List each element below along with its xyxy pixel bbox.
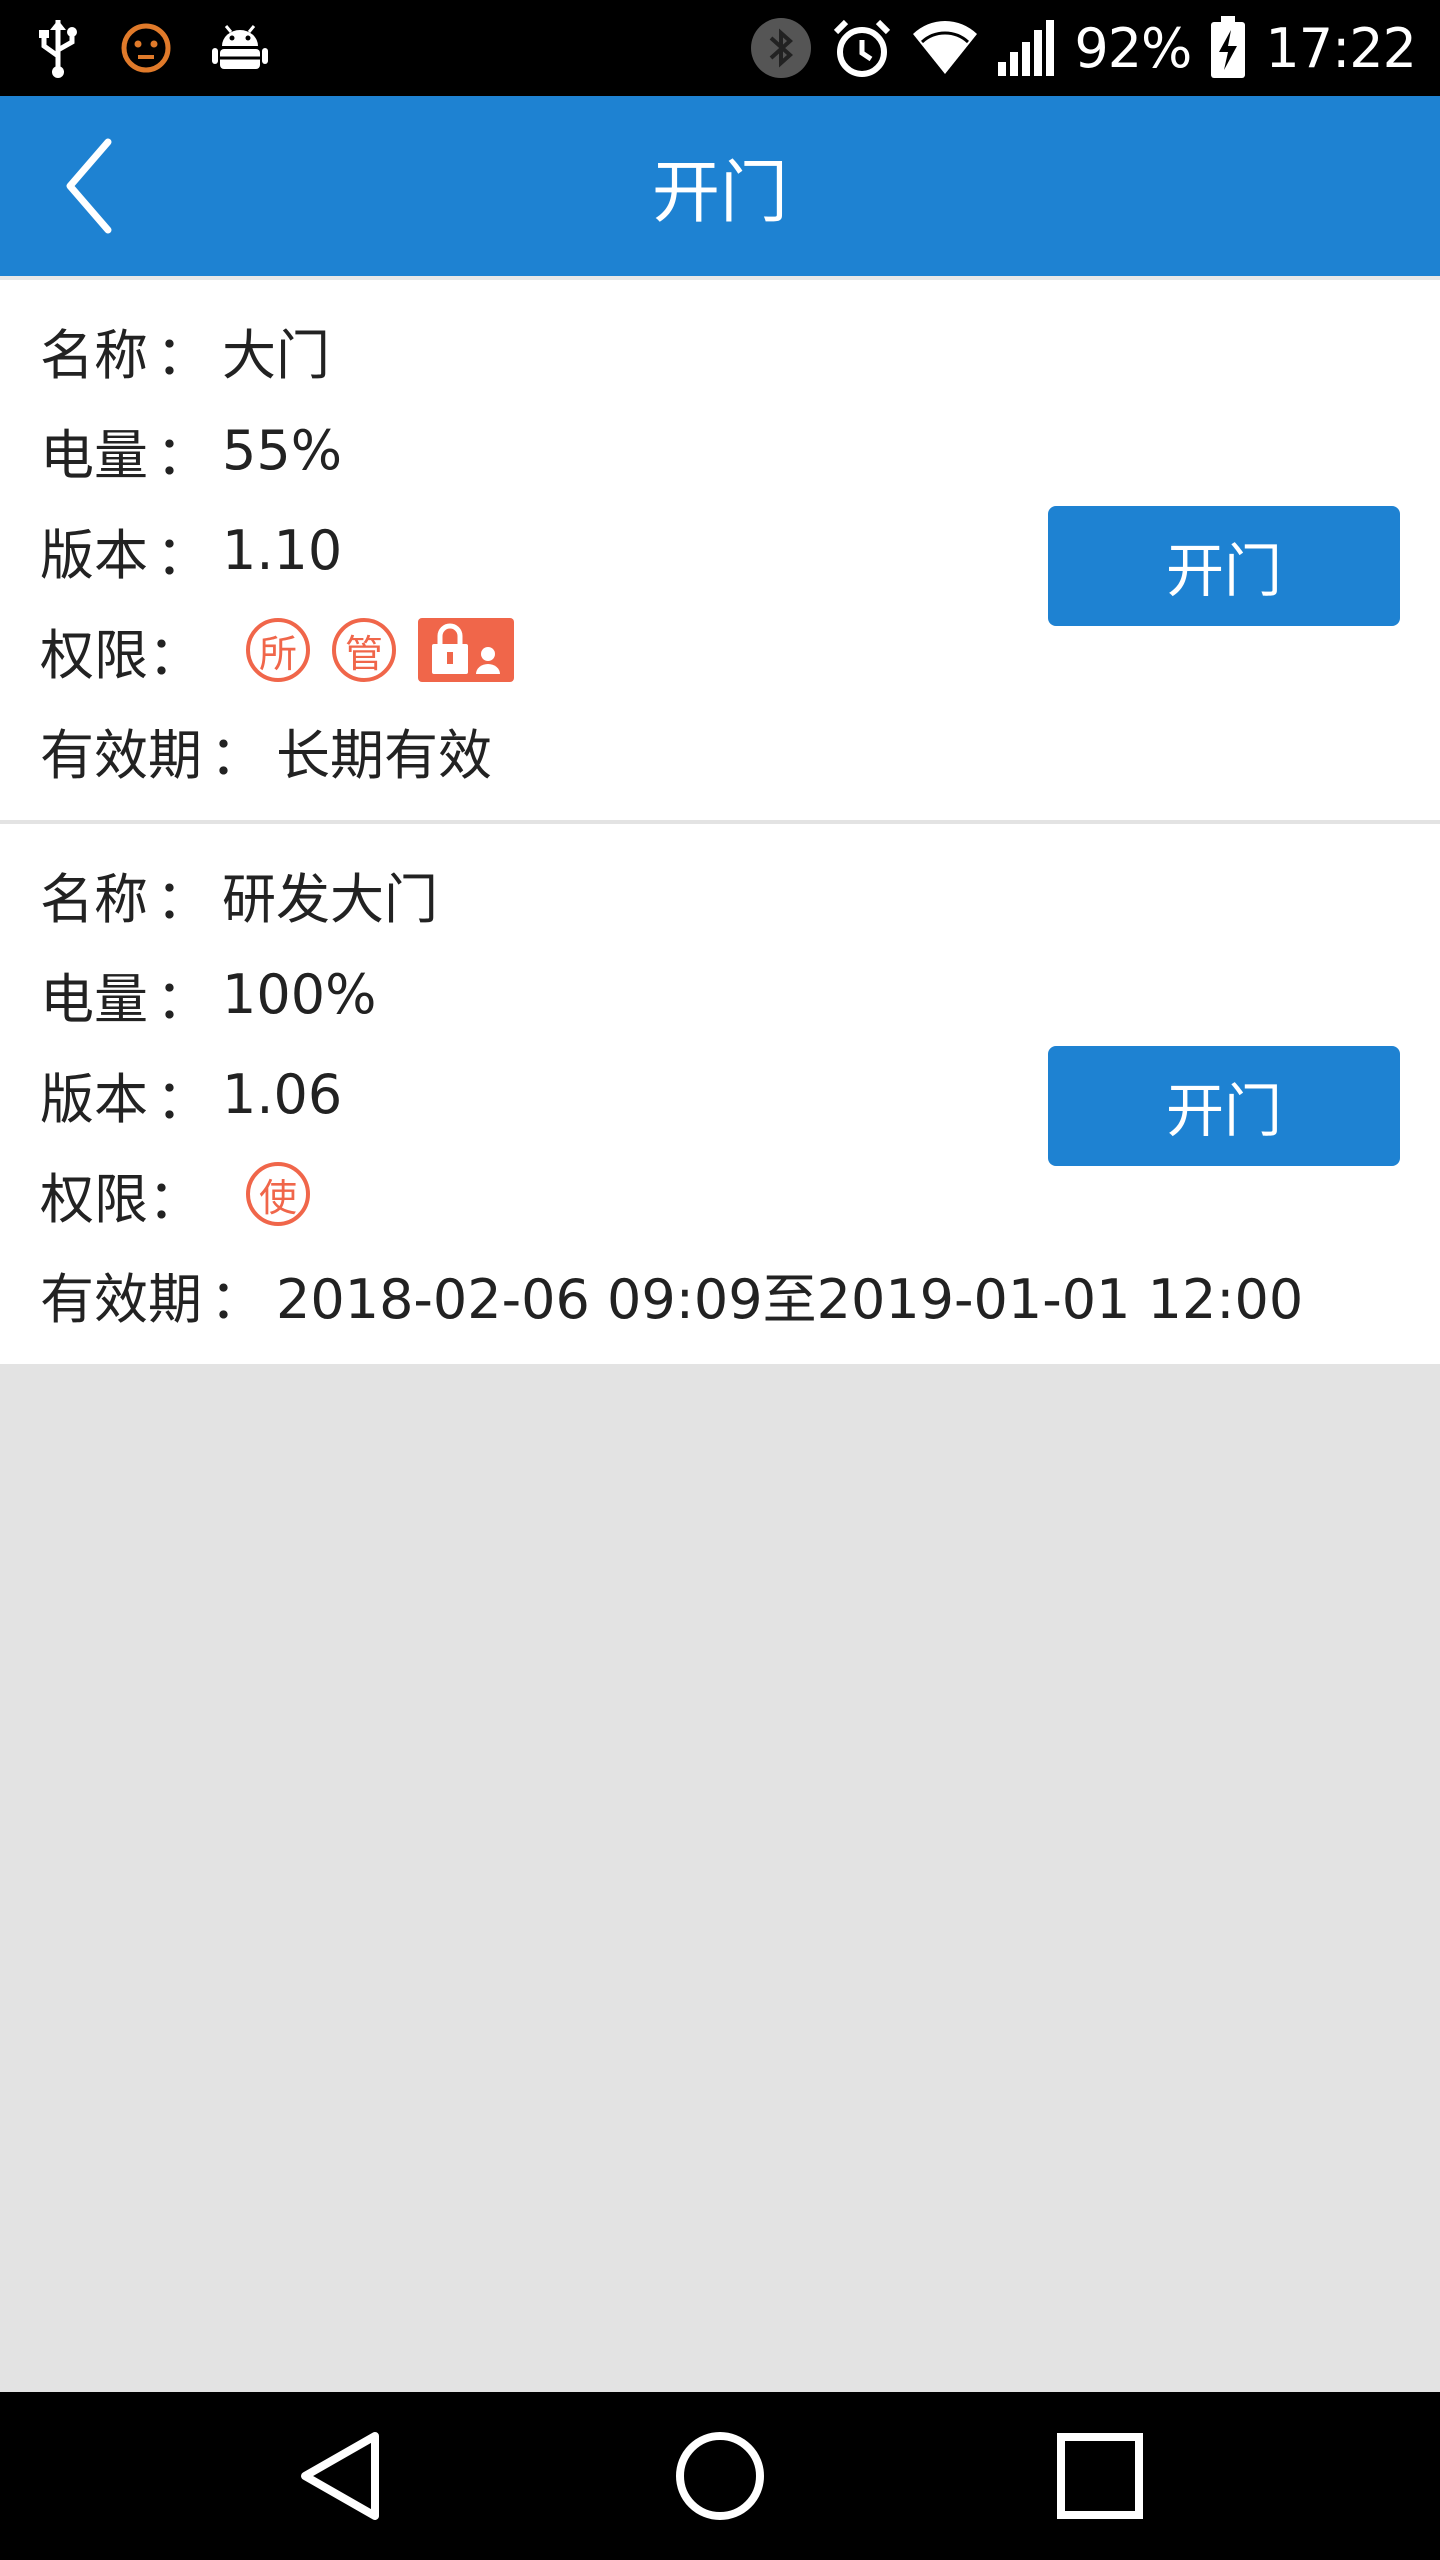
status-bar: 92% 17:22 bbox=[0, 0, 1440, 96]
battery-value: 100% bbox=[222, 962, 377, 1026]
device-list: 名称 ： 大门 电量 ： 55% 版本 ： 1.10 权限： 所 管 有效期 ：… bbox=[0, 276, 1440, 1364]
permission-icons: 使 bbox=[246, 1162, 310, 1226]
separator: ： bbox=[210, 723, 264, 787]
version-value: 1.10 bbox=[222, 518, 343, 582]
battery-charging-icon bbox=[1211, 16, 1246, 78]
permission-badge: 所 bbox=[246, 618, 310, 682]
usb-icon bbox=[39, 20, 77, 78]
clock-time: 17:22 bbox=[1265, 16, 1417, 80]
permission-badge: 管 bbox=[332, 618, 396, 682]
validity-value: 长期有效 bbox=[276, 723, 492, 787]
open-door-button[interactable]: 开门 bbox=[1048, 506, 1400, 626]
device-name-row: 名称 ： 大门 bbox=[0, 300, 1440, 400]
separator: ： bbox=[156, 523, 210, 587]
name-label: 名称 bbox=[40, 867, 148, 931]
alarm-icon bbox=[834, 19, 891, 77]
permission-label: 权限： bbox=[40, 623, 202, 687]
battery-row: 电量 ： 55% bbox=[0, 400, 1440, 500]
separator: ： bbox=[210, 1267, 264, 1331]
validity-label: 有效期 bbox=[40, 1267, 202, 1331]
validity-row: 有效期 ： 2018-02-06 09:09至2019-01-01 12:00 bbox=[0, 1244, 1440, 1344]
separator: ： bbox=[156, 323, 210, 387]
face-icon bbox=[121, 23, 171, 73]
system-nav-bar bbox=[0, 2392, 1440, 2560]
android-icon bbox=[212, 25, 268, 69]
nav-back-button[interactable] bbox=[240, 2392, 440, 2560]
device-card: 名称 ： 研发大门 电量 ： 100% 版本 ： 1.06 权限： 使 有效期 … bbox=[0, 820, 1440, 1364]
nav-recents-button[interactable] bbox=[1000, 2392, 1200, 2560]
permission-icons: 所 管 bbox=[246, 618, 514, 682]
status-bar-right: 92% 17:22 bbox=[750, 0, 1417, 96]
version-label: 版本 bbox=[40, 523, 148, 587]
battery-label: 电量 bbox=[40, 967, 148, 1031]
app-bar: 开门 bbox=[0, 96, 1440, 276]
signal-icon bbox=[998, 20, 1055, 76]
device-name: 研发大门 bbox=[222, 867, 438, 931]
open-door-button[interactable]: 开门 bbox=[1048, 1046, 1400, 1166]
battery-row: 电量 ： 100% bbox=[0, 944, 1440, 1044]
card-spacer bbox=[0, 1344, 1440, 1364]
permission-badge: 使 bbox=[246, 1162, 310, 1226]
permission-label: 权限： bbox=[40, 1167, 202, 1231]
card-spacer bbox=[0, 800, 1440, 820]
device-name: 大门 bbox=[222, 323, 330, 387]
separator: ： bbox=[156, 867, 210, 931]
battery-percent: 92% bbox=[1074, 16, 1192, 80]
back-triangle-icon bbox=[301, 2432, 379, 2520]
separator: ： bbox=[156, 423, 210, 487]
validity-value: 2018-02-06 09:09至2019-01-01 12:00 bbox=[276, 1267, 1304, 1331]
page-title: 开门 bbox=[651, 153, 788, 233]
validity-label: 有效期 bbox=[40, 723, 202, 787]
name-label: 名称 bbox=[40, 323, 148, 387]
device-name-row: 名称 ： 研发大门 bbox=[0, 844, 1440, 944]
battery-value: 55% bbox=[222, 418, 343, 482]
separator: ： bbox=[156, 967, 210, 1031]
status-bar-left bbox=[36, 0, 268, 96]
nav-home-button[interactable] bbox=[620, 2392, 820, 2560]
lock-user-icon bbox=[418, 618, 514, 682]
device-card: 名称 ： 大门 电量 ： 55% 版本 ： 1.10 权限： 所 管 有效期 ：… bbox=[0, 276, 1440, 820]
battery-label: 电量 bbox=[40, 423, 148, 487]
home-circle-icon bbox=[676, 2432, 764, 2520]
version-value: 1.06 bbox=[222, 1062, 343, 1126]
wifi-icon bbox=[913, 21, 978, 74]
validity-row: 有效期 ： 长期有效 bbox=[0, 700, 1440, 800]
bluetooth-icon bbox=[751, 18, 812, 78]
version-label: 版本 bbox=[40, 1067, 148, 1131]
recents-square-icon bbox=[1057, 2433, 1143, 2519]
separator: ： bbox=[156, 1067, 210, 1131]
